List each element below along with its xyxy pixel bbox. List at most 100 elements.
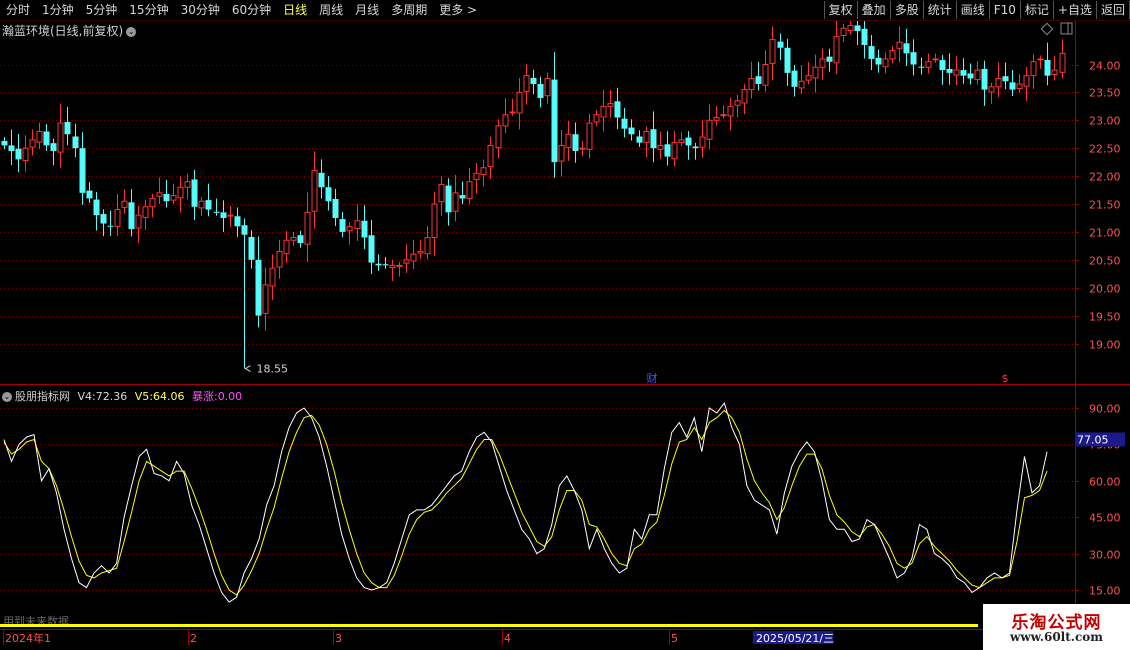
price-axis-label: 19.50	[1089, 311, 1121, 324]
candle-body-up	[276, 250, 283, 268]
candle-body-down	[650, 129, 657, 149]
candle-body-down	[692, 146, 699, 149]
candle-body-down	[777, 41, 784, 48]
period-tab[interactable]: 更多 >	[433, 0, 483, 20]
candle-body-down	[325, 187, 332, 202]
action-button[interactable]: +自选	[1052, 1, 1097, 19]
candle-body-down	[368, 235, 375, 263]
candle-body-up	[424, 236, 431, 255]
candle-body-up	[466, 181, 473, 199]
chevron-down-icon[interactable]: ⌄	[126, 26, 137, 37]
price-axis-label: 20.50	[1089, 255, 1121, 268]
period-tabs: 分时 1分钟 5分钟 15分钟 30分钟 60分钟 日线 周线 月线 多周期 更多 >	[0, 0, 483, 20]
indicator-axis-label: 60.00	[1089, 476, 1121, 489]
low-marker-label: 18.55	[257, 363, 289, 376]
candle-body-down	[967, 73, 974, 79]
candle-body-down	[191, 179, 198, 207]
candle-body-up	[389, 264, 396, 269]
candle-body-up	[607, 103, 614, 107]
candle-body-up	[410, 253, 417, 262]
candle-body-up	[593, 114, 600, 123]
candle-body-up	[1059, 52, 1066, 73]
candle-body-down	[636, 136, 643, 143]
candle-body-up	[283, 239, 290, 255]
price-axis-label: 20.00	[1089, 283, 1121, 296]
candle-body-up	[600, 105, 607, 118]
candle-body-down	[8, 145, 15, 151]
action-button[interactable]: F10	[988, 1, 1021, 19]
candle-body-up	[558, 144, 565, 162]
candle-body-down	[861, 28, 868, 45]
candle-body-up	[262, 284, 269, 314]
indicator-name[interactable]: 股朋指标网	[15, 390, 70, 403]
candle-body-down	[100, 214, 107, 224]
action-button[interactable]: 复权	[823, 1, 858, 19]
period-tab[interactable]: 分时	[0, 0, 36, 20]
candle-body-down	[868, 46, 875, 59]
candle-body-up	[473, 172, 480, 180]
action-button[interactable]: 统计	[922, 1, 957, 19]
time-axis-label: 3	[335, 632, 342, 645]
candle-body-up	[678, 139, 685, 144]
action-button[interactable]: 画线	[955, 1, 990, 19]
candle-body-up	[748, 77, 755, 91]
candle-body-up	[509, 111, 516, 114]
candle-body-down	[664, 144, 671, 157]
candle-body-down	[86, 190, 93, 199]
action-button[interactable]: 多股	[889, 1, 924, 19]
candle-body-up	[727, 105, 734, 117]
candle-body-up	[706, 119, 713, 140]
v4-line	[3, 402, 1048, 603]
candle-body-down	[621, 118, 628, 129]
period-tab[interactable]: 周线	[313, 0, 349, 20]
candle-body-up	[720, 114, 727, 117]
candle-body-up	[438, 183, 445, 203]
event-mark-dividend: $	[1002, 372, 1009, 385]
candle-body-up	[579, 147, 586, 150]
period-tab[interactable]: 月线	[349, 0, 385, 20]
main-chart-title-row: 瀚蓝环境(日线,前复权) ⌄	[2, 22, 137, 39]
candle-body-up	[988, 86, 995, 93]
period-tab[interactable]: 5分钟	[80, 0, 124, 20]
candle-body-down	[946, 68, 953, 73]
price-axis-label: 21.50	[1089, 199, 1121, 212]
chart-canvas[interactable]: 24.00 23.50 23.00 22.50 22.00 21.50 21.00 20.50…	[0, 0, 1130, 650]
period-tab[interactable]: 30分钟	[175, 0, 226, 20]
candle-body-up	[396, 264, 403, 267]
indicator-menu-icon[interactable]: ⌄	[2, 392, 12, 402]
candle-body-down	[628, 127, 635, 135]
period-tab[interactable]: 60分钟	[226, 0, 277, 20]
action-button[interactable]: 返回	[1095, 1, 1130, 19]
candle-body-up	[227, 214, 234, 217]
candle-body-down	[213, 211, 220, 213]
candle-body-up	[29, 139, 36, 148]
action-button[interactable]: 标记	[1019, 1, 1054, 19]
time-axis-label: 5	[671, 632, 678, 645]
candle-body-up	[586, 122, 593, 150]
indicator-axis-label: 15.00	[1089, 585, 1121, 598]
candle-body-down	[875, 57, 882, 65]
candle-body-up	[417, 250, 424, 254]
candle-body-up	[741, 89, 748, 104]
period-tab[interactable]: 多周期	[385, 0, 433, 20]
candle-body-down	[1, 140, 8, 146]
period-tab[interactable]: 15分钟	[123, 0, 174, 20]
price-axis-label: 23.50	[1089, 87, 1121, 100]
candle-body-up	[699, 136, 706, 148]
period-tab[interactable]: 日线	[277, 0, 313, 20]
watermark-logo: 乐淘公式网 www.60lt.com	[983, 604, 1130, 650]
current-value-label: 77.05	[1077, 433, 1109, 446]
candle-body-down	[755, 76, 762, 85]
candle-body-down	[1044, 60, 1051, 76]
candle-body-down	[960, 70, 967, 76]
candle-body-down	[614, 101, 621, 118]
candle-body-down	[297, 235, 304, 244]
candle-body-up	[798, 80, 805, 89]
candle-body-down	[79, 148, 86, 193]
candle-body-down	[339, 219, 346, 232]
action-button[interactable]: 叠加	[856, 1, 891, 19]
candle-body-up	[198, 200, 205, 209]
period-tab[interactable]: 1分钟	[36, 0, 80, 20]
candle-body-up	[170, 195, 177, 201]
candle-body-up	[354, 220, 361, 230]
